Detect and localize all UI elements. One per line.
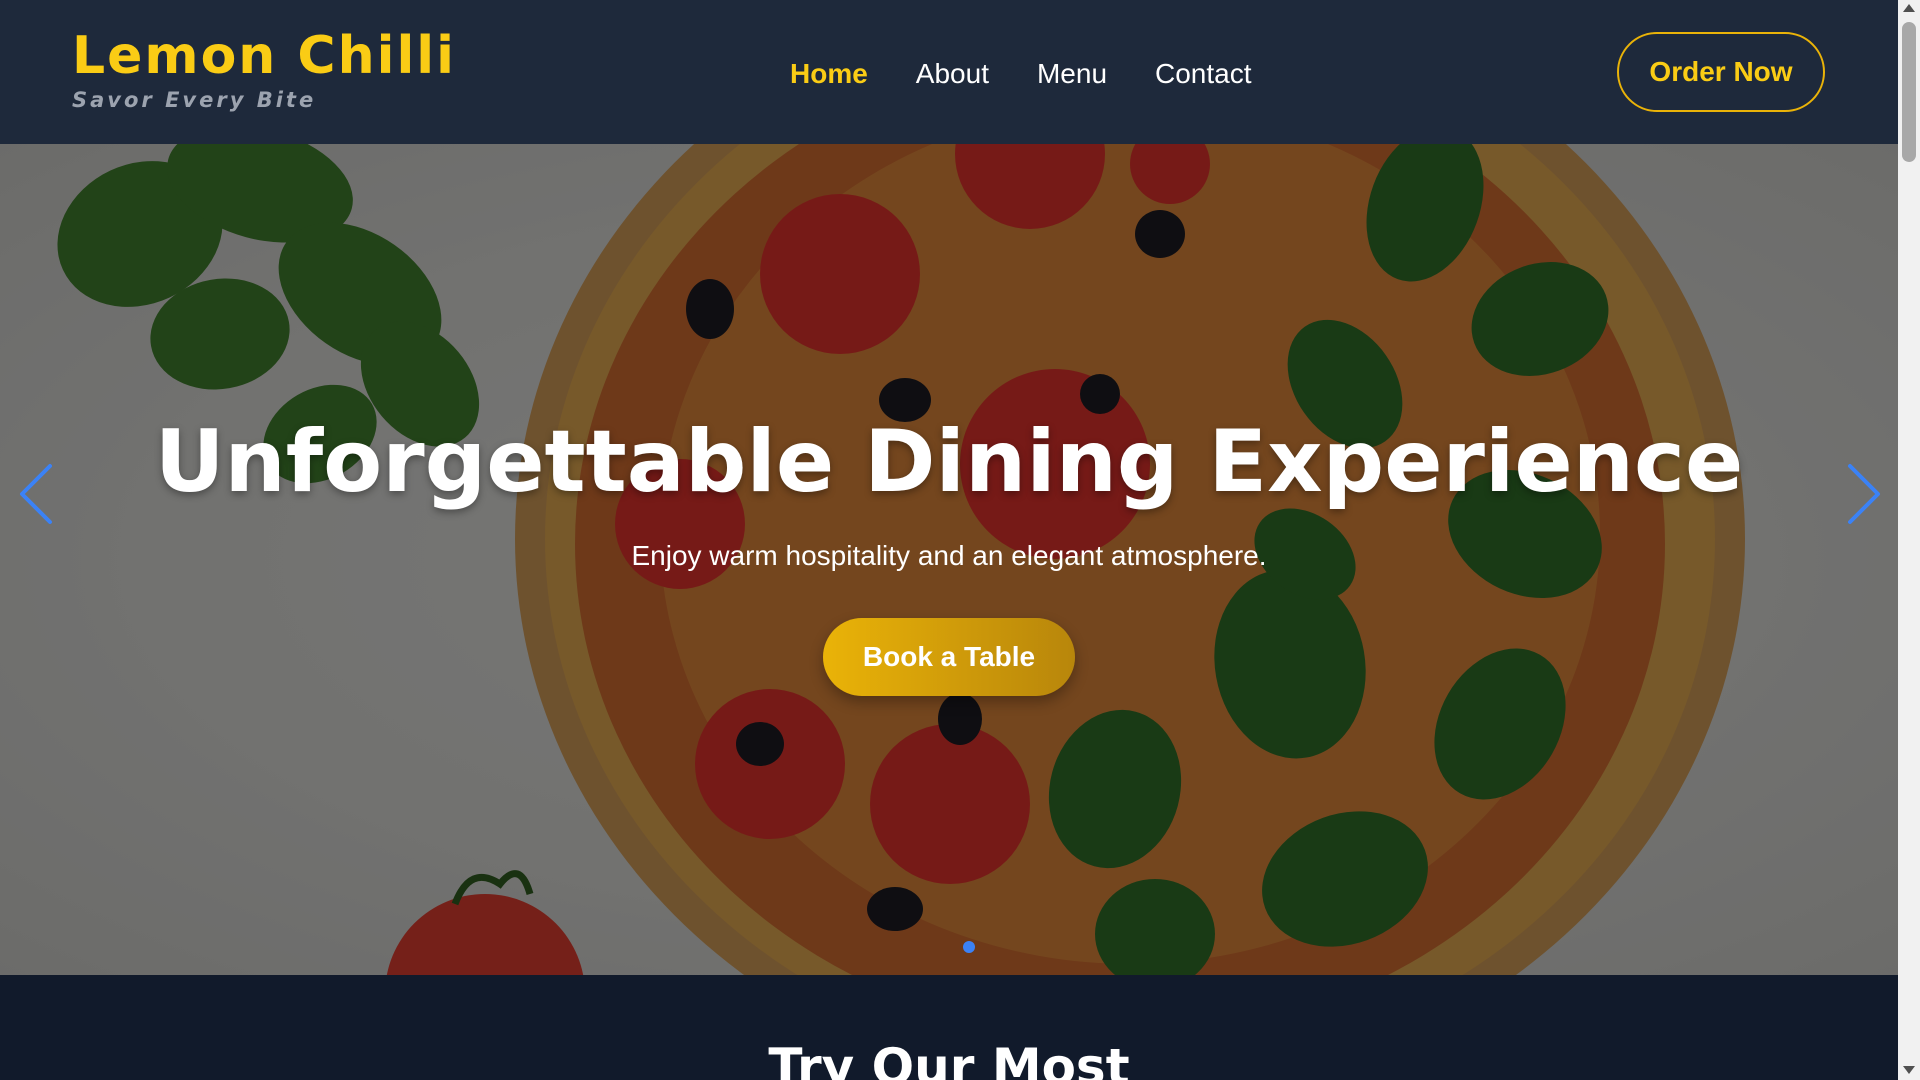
nav-item-home[interactable]: Home (790, 54, 868, 94)
chevron-left-icon[interactable] (10, 454, 70, 534)
nav-item-contact[interactable]: Contact (1155, 54, 1252, 94)
vertical-scrollbar[interactable] (1898, 0, 1920, 1080)
hero-carousel: Unforgettable Dining Experience Enjoy wa… (0, 144, 1898, 975)
scroll-thumb[interactable] (1902, 22, 1916, 162)
nav-item-about[interactable]: About (916, 54, 989, 94)
brand-tagline: Savor Every Bite (72, 88, 317, 112)
brand-name[interactable]: Lemon Chilli (72, 26, 456, 86)
hero-subtitle: Enjoy warm hospitality and an elegant at… (631, 540, 1267, 571)
scroll-up-icon[interactable] (1903, 4, 1915, 12)
chevron-right-icon[interactable] (1830, 454, 1890, 534)
nav-item-menu[interactable]: Menu (1037, 54, 1107, 94)
carousel-indicators (963, 941, 975, 953)
page: Lemon Chilli Savor Every Bite Home About… (0, 0, 1898, 1080)
main-nav: Home About Menu Contact (790, 54, 1252, 94)
hero-title: Unforgettable Dining Experience (154, 412, 1744, 512)
hero-content: Unforgettable Dining Experience Enjoy wa… (0, 412, 1898, 696)
section-title: Try Our Most (768, 1038, 1130, 1080)
brand[interactable]: Lemon Chilli Savor Every Bite (72, 26, 456, 112)
order-now-button[interactable]: Order Now (1617, 32, 1825, 112)
popular-section: Try Our Most (0, 975, 1898, 1080)
carousel-dot-active[interactable] (963, 941, 975, 953)
scroll-down-icon[interactable] (1903, 1066, 1915, 1074)
site-header: Lemon Chilli Savor Every Bite Home About… (0, 0, 1898, 144)
book-table-button[interactable]: Book a Table (823, 618, 1075, 696)
